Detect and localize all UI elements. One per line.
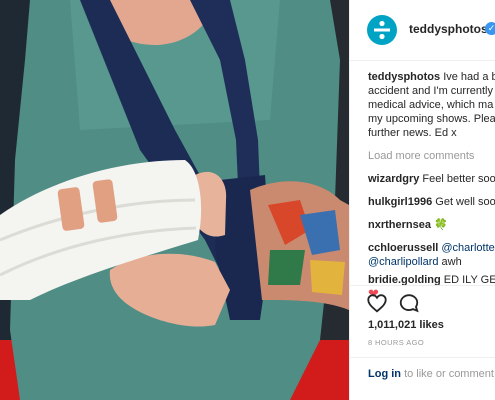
avatar[interactable] <box>367 15 397 45</box>
heart-icon[interactable] <box>366 292 388 314</box>
caption-line: my upcoming shows. Plea <box>368 113 495 125</box>
comment-text: Feel better soo <box>422 173 495 185</box>
caption-line: accident and I'm currently <box>368 85 493 97</box>
clover-emoji: 🍀 <box>434 219 448 231</box>
comment-mention[interactable]: @charlotte <box>441 242 494 254</box>
caption-line: medical advice, which ma <box>368 99 494 111</box>
post-sidebar: teddysphotos ✓ teddysphotos Ive had a b … <box>349 0 495 400</box>
comment-username[interactable]: nxrthernsea <box>368 219 431 231</box>
comment-text: Get well soo <box>435 196 495 208</box>
like-count[interactable]: 1,011,021 likes <box>368 319 444 331</box>
comment-item: wizardgry Feel better soo <box>368 172 495 186</box>
login-prompt: Log in to like or comment <box>368 368 494 380</box>
comment-mention[interactable]: @charlipollard <box>368 256 438 268</box>
comment-text: awh <box>441 256 462 268</box>
verified-badge-icon: ✓ <box>485 22 495 35</box>
comment-username[interactable]: cchloerussell <box>368 242 438 254</box>
comment-username[interactable]: wizardgry <box>368 173 419 185</box>
load-more-comments-button[interactable]: Load more comments <box>368 149 495 163</box>
caption-username[interactable]: teddysphotos <box>368 71 440 83</box>
comment-username[interactable]: hulkgirl1996 <box>368 196 432 208</box>
broken-arm-photo <box>0 0 349 400</box>
comment-item-continued: @charlipollard awh <box>368 255 495 269</box>
divide-logo-icon <box>374 20 390 40</box>
caption-line: further news. Ed x <box>368 127 457 139</box>
comment-item: hulkgirl1996 Get well soo <box>368 195 495 209</box>
caption-text: Ive had a b <box>443 71 495 83</box>
post-timestamp[interactable]: 8 HOURS AGO <box>368 338 424 347</box>
login-prompt-text: to like or comment <box>404 368 494 380</box>
caption-line: teddysphotos Ive had a b <box>368 70 495 84</box>
comment-item: cchloerussell @charlotte <box>368 241 495 255</box>
post-header: teddysphotos ✓ <box>350 0 495 61</box>
comment-list: teddysphotos Ive had a b accident and I'… <box>368 70 495 301</box>
divider <box>350 285 495 286</box>
comment-item: nxrthernsea 🍀 <box>368 218 495 232</box>
login-link[interactable]: Log in <box>368 368 401 380</box>
post-image[interactable] <box>0 0 349 400</box>
username-link[interactable]: teddysphotos <box>409 22 488 36</box>
divider <box>350 357 495 358</box>
comment-icon[interactable] <box>398 292 420 314</box>
